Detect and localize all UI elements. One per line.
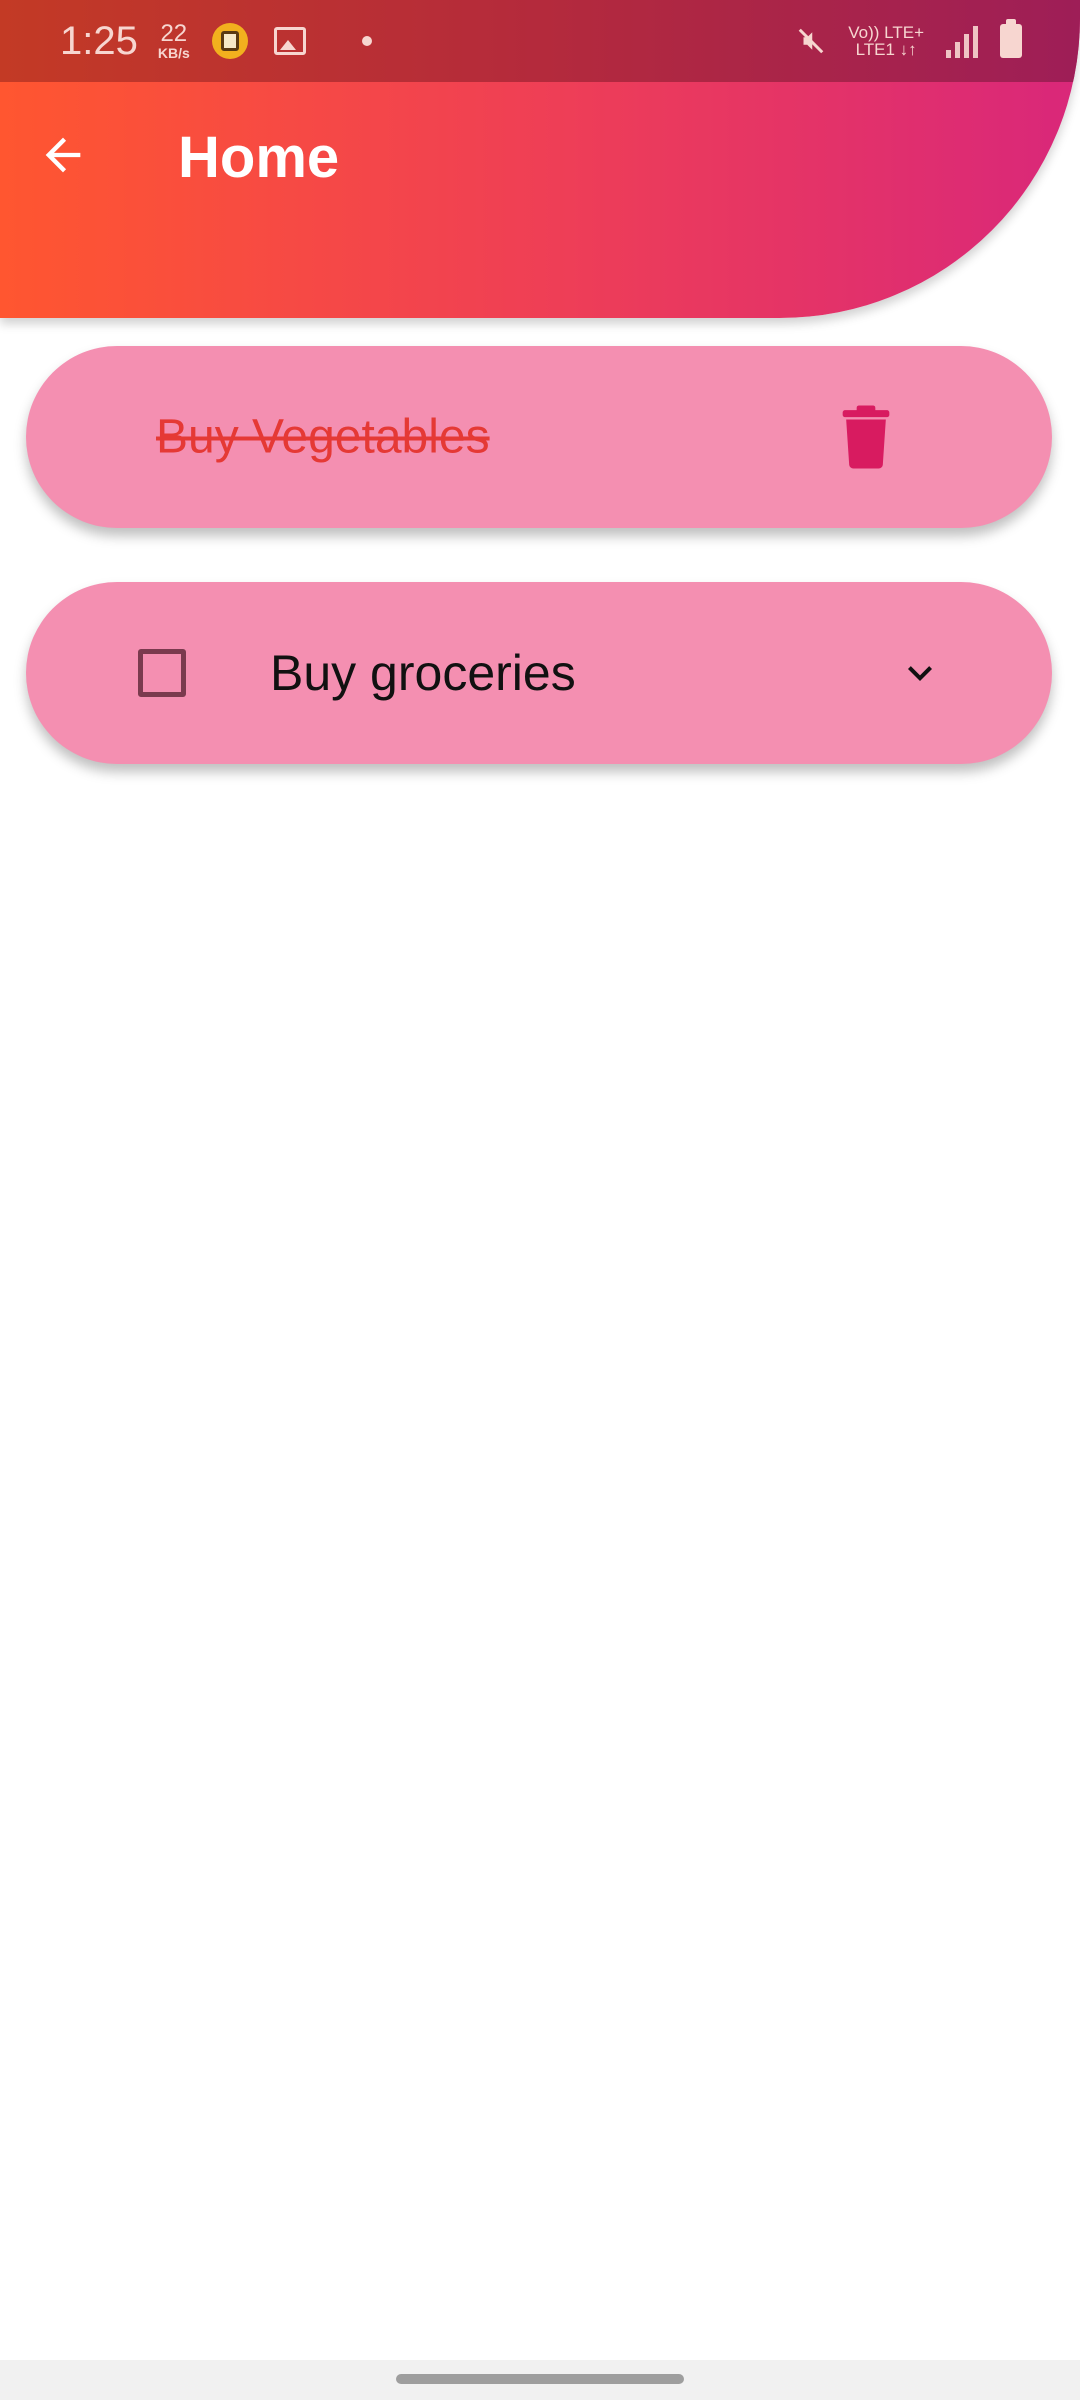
volte-bottom: LTE1 ↓↑ [855,40,917,59]
task-checkbox[interactable] [138,649,186,697]
task-card[interactable]: Buy groceries [26,582,1052,764]
trash-icon [842,405,890,469]
volte-top: Vo)) LTE+ [848,23,924,42]
gallery-icon [273,27,306,55]
chevron-down-icon [908,666,932,681]
arrow-left-icon [45,137,81,173]
task-label: Buy Vegetables [156,410,490,464]
task-label: Buy groceries [270,645,576,701]
status-time: 1:25 [60,18,138,63]
signal-icon [946,24,978,58]
delete-button[interactable] [838,405,894,469]
expand-button[interactable] [896,649,944,697]
status-left: 1:25 22 KB/s [60,0,372,82]
app-notification-icon [211,23,248,59]
gesture-handle[interactable] [396,2374,684,2384]
system-nav-bar [0,2360,1080,2400]
status-right: Vo)) LTE+ LTE1 ↓↑ [796,0,1022,82]
app-bar: 1:25 22 KB/s Vo)) LTE+ LTE1 ↓↑ Home [0,0,1080,318]
back-button[interactable] [28,120,98,190]
screen: 1:25 22 KB/s Vo)) LTE+ LTE1 ↓↑ Home Buy … [0,0,1080,2400]
battery-icon [1000,19,1022,58]
network-speed-unit: KB/s [157,45,190,61]
volte-indicator: Vo)) LTE+ LTE1 ↓↑ [848,24,924,58]
task-card-completed[interactable]: Buy Vegetables [26,346,1052,528]
page-title: Home [178,125,340,190]
status-bar: 1:25 22 KB/s Vo)) LTE+ LTE1 ↓↑ [0,0,1080,82]
network-speed: 22 KB/s [157,20,190,61]
mute-icon [798,28,824,54]
dot-icon [361,36,372,46]
network-speed-value: 22 [160,20,188,47]
